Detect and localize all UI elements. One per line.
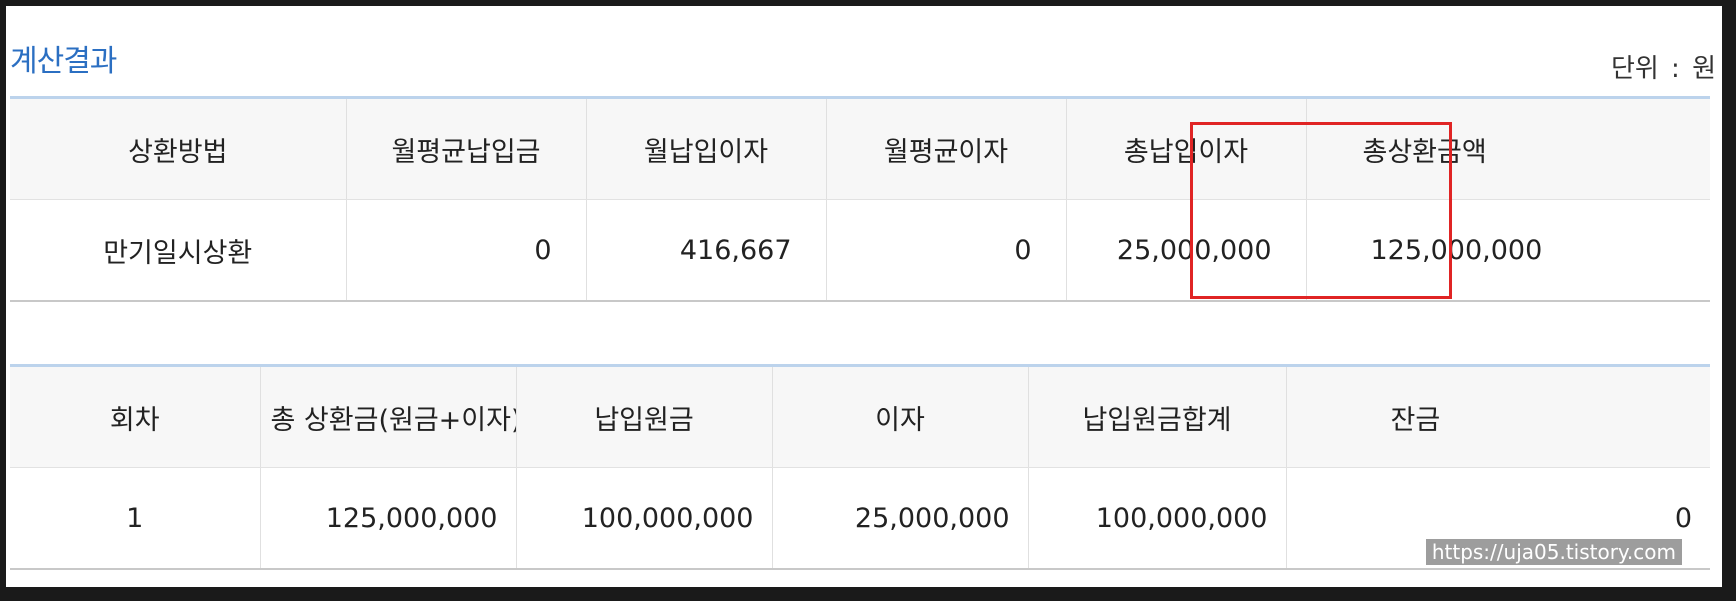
header-installment-no: 회차 [10,365,261,468]
cell-monthly-avg-payment: 0 [345,199,587,302]
summary-table: 상환방법 월평균납입금 월납입이자 월평균이자 총납입이자 총상환금액 만기일시… [10,96,1710,302]
cell-principal-paid: 100,000,000 [515,467,773,570]
cell-installment-no: 1 [10,467,261,570]
header-balance: 잔금 [1285,365,1710,468]
schedule-header-row: 회차 총 상환금(원금+이자) 납입원금 이자 납입원금합계 잔금 [10,365,1710,468]
header-total-interest: 총납입이자 [1065,97,1307,200]
unit-separator: : [1671,54,1680,84]
cell-monthly-interest: 416,667 [585,199,827,302]
header-interest: 이자 [771,365,1029,468]
unit-indicator: 단위 : 원 [1607,48,1716,85]
cell-total-repayment: 125,000,000 [1305,199,1710,302]
header-total-repayment: 총상환금액 [1305,97,1710,200]
cell-total-repayment-incl-interest: 125,000,000 [259,467,517,570]
header-total-repayment-incl-interest: 총 상환금(원금+이자) [259,365,517,468]
cell-monthly-avg-interest: 0 [825,199,1067,302]
header-repayment-method: 상환방법 [10,97,347,200]
summary-row: 만기일시상환 0 416,667 0 25,000,000 125,000,00… [10,199,1710,302]
header-principal-sum: 납입원금합계 [1027,365,1287,468]
calc-result-panel: 계산결과 단위 : 원 상환방법 월평균납입금 월납입이자 월평균이자 총납입이… [0,0,1736,601]
header-principal-paid: 납입원금 [515,365,773,468]
cell-principal-sum: 100,000,000 [1027,467,1287,570]
section-title: 계산결과 [10,44,117,79]
cell-interest: 25,000,000 [771,467,1029,570]
unit-label: 단위 [1610,54,1659,84]
watermark: https://uja05.tistory.com [1425,539,1682,565]
header-monthly-avg-payment: 월평균납입금 [345,97,587,200]
unit-value: 원 [1692,54,1716,84]
summary-header-row: 상환방법 월평균납입금 월납입이자 월평균이자 총납입이자 총상환금액 [10,97,1710,200]
cell-total-interest: 25,000,000 [1065,199,1307,302]
header-monthly-interest: 월납입이자 [585,97,827,200]
cell-repayment-method: 만기일시상환 [10,199,347,302]
header-monthly-avg-interest: 월평균이자 [825,97,1067,200]
